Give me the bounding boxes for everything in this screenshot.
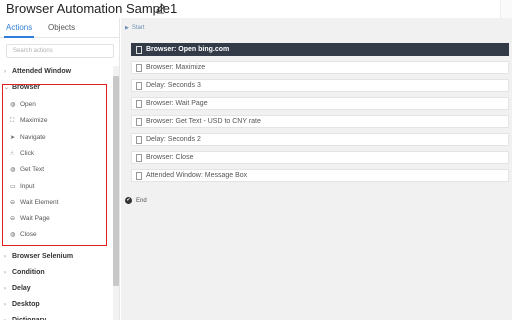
category-label: Attended Window — [12, 68, 72, 75]
workflow-step[interactable]: Attended Window: Message Box — [131, 169, 509, 182]
actions-panel: Actions Objects Search actions › Attended… — [0, 18, 120, 320]
window-menu-button[interactable] — [500, 0, 512, 18]
end-label: End — [136, 198, 147, 205]
document-icon — [136, 100, 142, 108]
active-tab-indicator — [4, 36, 34, 38]
end-node: ✔ End — [125, 197, 147, 204]
document-icon — [136, 118, 142, 126]
workflow-step-label: Browser: Open bing.com — [146, 46, 230, 53]
workflow-canvas: ▶ Start ✔ End Browser: Open bing.com Browse… — [121, 18, 512, 320]
document-icon — [136, 136, 142, 144]
category-condition[interactable]: › Condition — [4, 269, 45, 281]
workflow-step[interactable]: Browser: Open bing.com — [131, 43, 509, 56]
category-label: Desktop — [12, 300, 40, 308]
category-label: Delay — [12, 284, 31, 292]
page-title: Browser Automation Sample1 — [6, 1, 178, 16]
start-label: Start — [131, 25, 145, 31]
workflow-step-label: Browser: Maximize — [146, 64, 206, 71]
tab-actions[interactable]: Actions — [6, 23, 32, 32]
tab-objects[interactable]: Objects — [48, 23, 75, 32]
edit-pencil-icon[interactable] — [155, 3, 166, 14]
start-triangle-icon: ▶ — [125, 25, 129, 31]
document-icon — [136, 154, 142, 162]
category-desktop[interactable]: › Desktop — [4, 301, 40, 313]
workflow-step-label: Delay: Seconds 3 — [146, 82, 201, 89]
panel-tabs: Actions Objects — [0, 18, 120, 38]
document-icon — [136, 46, 142, 54]
end-check-icon: ✔ — [125, 197, 132, 204]
highlight-box — [2, 84, 107, 246]
chevron-right-icon: › — [4, 285, 6, 292]
workflow-step[interactable]: Delay: Seconds 2 — [131, 133, 509, 146]
workflow-step[interactable]: Browser: Maximize — [131, 61, 509, 74]
start-node: ▶ Start — [125, 25, 145, 31]
document-icon — [136, 64, 142, 72]
workflow-step[interactable]: Browser: Get Text - USD to CNY rate — [131, 115, 509, 128]
scrollbar-thumb[interactable] — [113, 76, 119, 286]
workflow-step-label: Delay: Seconds 2 — [146, 136, 201, 143]
document-icon — [136, 172, 142, 180]
search-input[interactable]: Search actions — [6, 44, 114, 58]
workflow-step-label: Browser: Wait Page — [146, 100, 208, 107]
workflow-step-label: Attended Window: Message Box — [146, 172, 248, 179]
panel-scrollbar[interactable] — [113, 66, 119, 320]
workflow-step[interactable]: Browser: Wait Page — [131, 97, 509, 110]
chevron-right-icon: › — [4, 69, 6, 75]
workflow-step[interactable]: Browser: Close — [131, 151, 509, 164]
category-delay[interactable]: › Delay — [4, 285, 31, 297]
document-icon — [136, 82, 142, 90]
category-attended-window[interactable]: › Attended Window — [4, 68, 71, 80]
title-bar: Browser Automation Sample1 — [0, 0, 512, 18]
workflow-step-label: Browser: Close — [146, 154, 194, 161]
chevron-right-icon: › — [4, 253, 6, 260]
category-label: Browser Selenium — [12, 252, 74, 260]
workflow-step-label: Browser: Get Text - USD to CNY rate — [146, 118, 261, 125]
chevron-right-icon: › — [4, 269, 6, 276]
category-label: Condition — [12, 268, 45, 276]
chevron-right-icon: › — [4, 301, 6, 308]
workflow-step[interactable]: Delay: Seconds 3 — [131, 79, 509, 92]
category-browser-selenium[interactable]: › Browser Selenium — [4, 253, 73, 265]
